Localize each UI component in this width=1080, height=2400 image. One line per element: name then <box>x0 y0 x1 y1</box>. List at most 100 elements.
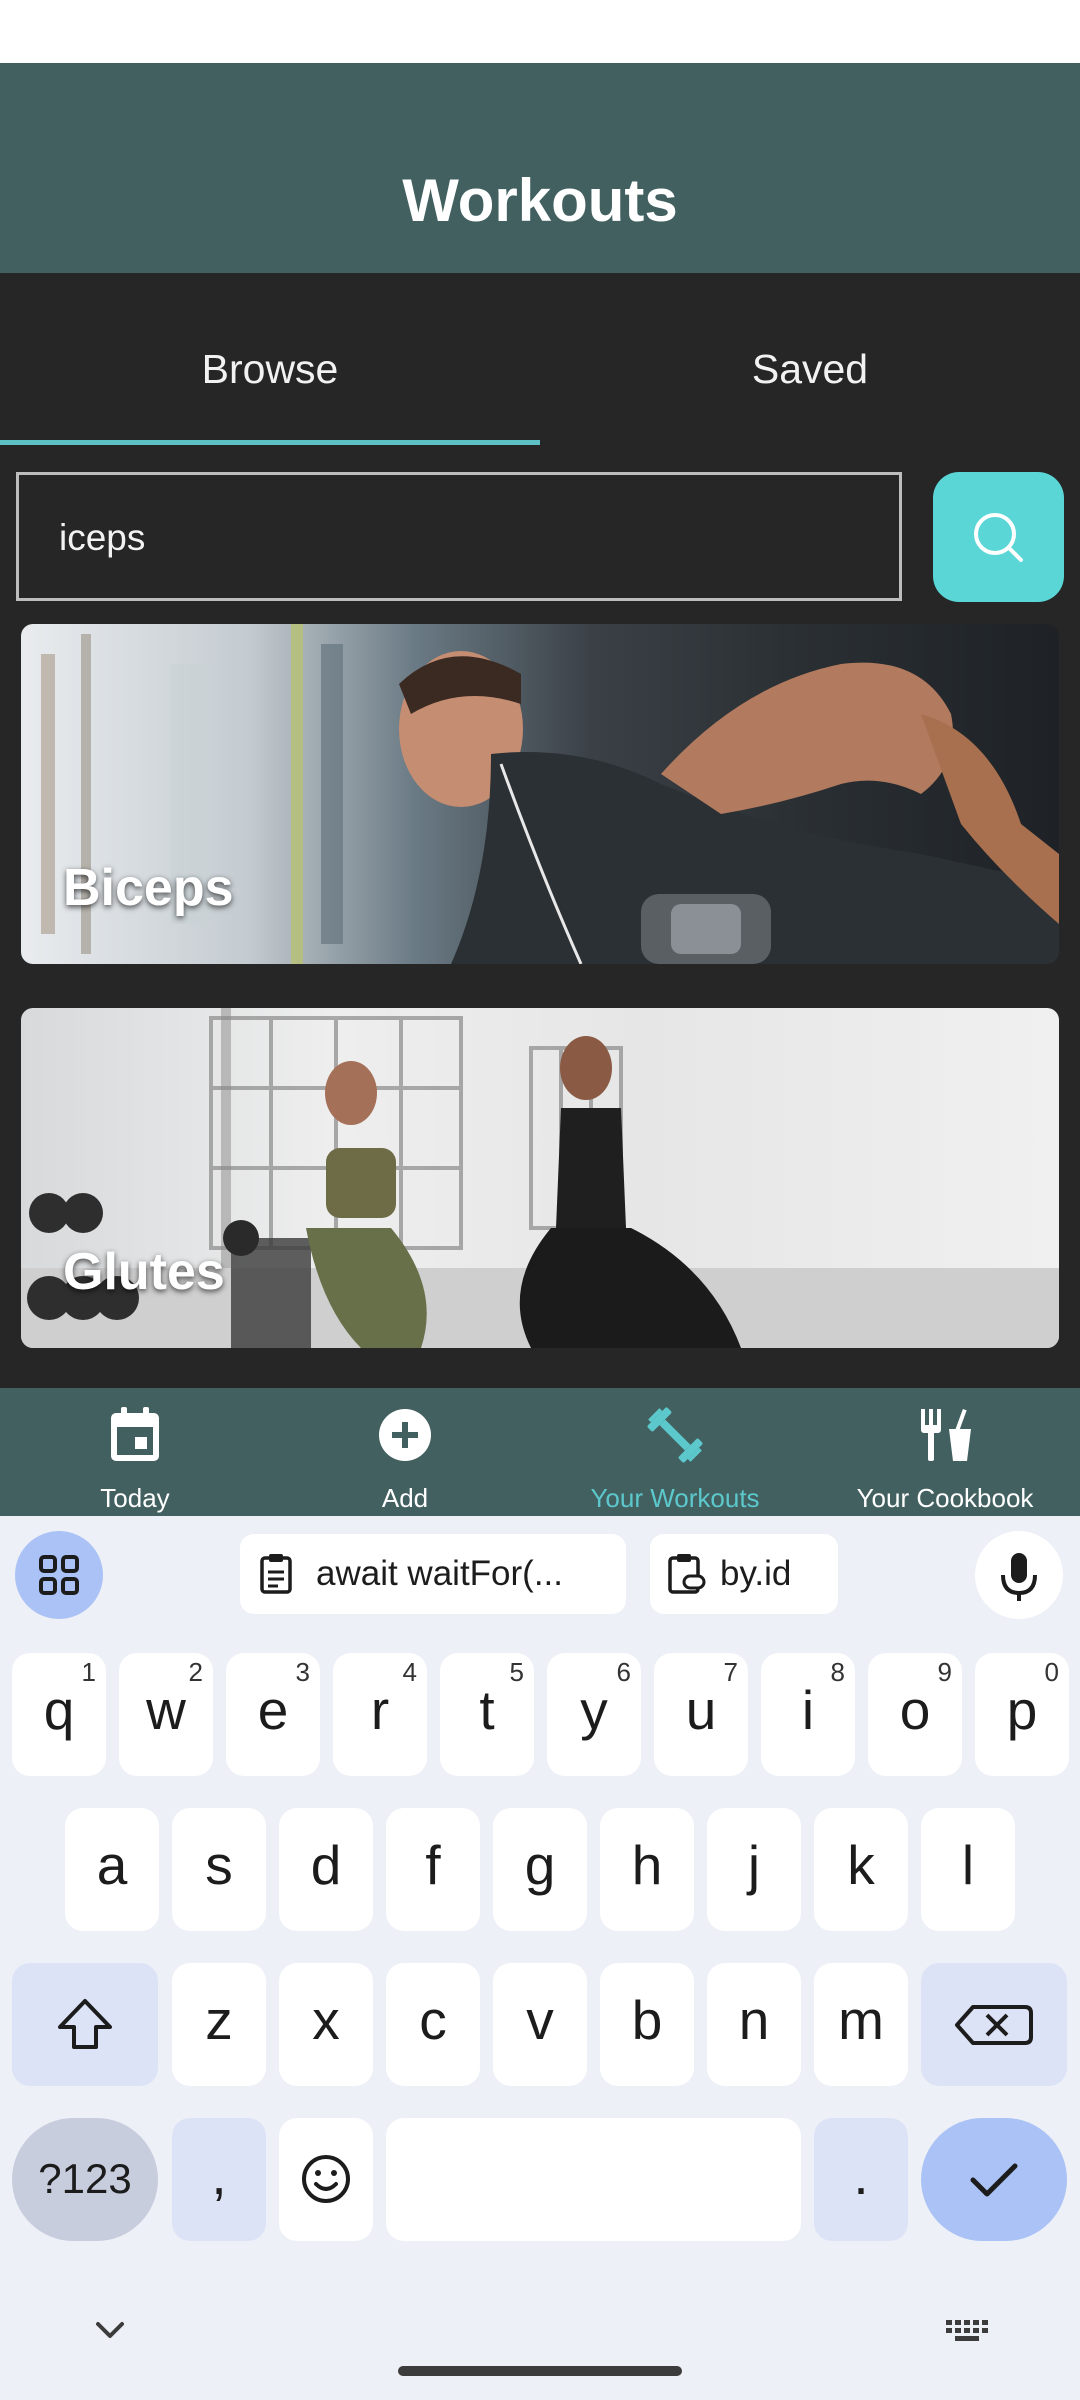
search-input[interactable]: iceps <box>16 472 902 601</box>
key-char: d <box>310 1834 342 1896</box>
backspace-key[interactable] <box>921 1963 1067 2086</box>
checkmark-icon <box>970 2163 1018 2197</box>
key-k[interactable]: k <box>814 1808 908 1931</box>
tab-browse-label: Browse <box>201 346 339 392</box>
workout-card-biceps[interactable]: Biceps <box>21 624 1059 964</box>
key-q[interactable]: q1 <box>12 1653 106 1776</box>
nav-item-add[interactable]: Add <box>270 1388 540 1516</box>
apps-grid-button[interactable] <box>15 1531 103 1619</box>
key-i[interactable]: i8 <box>761 1653 855 1776</box>
shift-key[interactable] <box>12 1963 158 2086</box>
key-number-hint: 7 <box>723 1657 738 1687</box>
symbols-key-label: ?123 <box>38 2155 132 2202</box>
hide-keyboard-chevron-icon[interactable] <box>90 2316 130 2346</box>
microphone-icon <box>1001 1553 1037 1601</box>
key-char: y <box>580 1679 608 1741</box>
key-x[interactable]: x <box>279 1963 373 2086</box>
tab-indicator <box>0 440 540 445</box>
key-char: i <box>801 1679 815 1741</box>
key-h[interactable]: h <box>600 1808 694 1931</box>
key-char: f <box>425 1834 441 1896</box>
clipboard-suggestion-1[interactable]: await waitFor(... <box>240 1534 626 1614</box>
tab-bar: Browse Saved <box>0 273 1080 446</box>
key-char: u <box>685 1679 717 1741</box>
home-indicator[interactable] <box>398 2366 682 2376</box>
key-char: s <box>205 1834 233 1896</box>
key-g[interactable]: g <box>493 1808 587 1931</box>
tab-saved-label: Saved <box>751 346 869 392</box>
workout-card-glutes[interactable]: Glutes <box>21 1008 1059 1348</box>
key-t[interactable]: t5 <box>440 1653 534 1776</box>
search-button[interactable] <box>933 472 1064 602</box>
nav-item-today-label: Today <box>100 1483 170 1513</box>
key-j[interactable]: j <box>707 1808 801 1931</box>
key-z[interactable]: z <box>172 1963 266 2086</box>
tab-browse[interactable]: Browse <box>0 273 540 446</box>
key-number-hint: 6 <box>616 1657 631 1687</box>
key-char: b <box>631 1989 663 2051</box>
key-n[interactable]: n <box>707 1963 801 2086</box>
nav-item-today[interactable]: Today <box>0 1388 270 1516</box>
nav-item-your-cookbook[interactable]: Your Cookbook <box>810 1388 1080 1516</box>
key-char: j <box>747 1834 761 1896</box>
app-header: Workouts <box>0 63 1080 273</box>
key-u[interactable]: u7 <box>654 1653 748 1776</box>
key-number-hint: 8 <box>830 1657 845 1687</box>
emoji-key[interactable] <box>279 2118 373 2241</box>
key-p[interactable]: p0 <box>975 1653 1069 1776</box>
key-e[interactable]: e3 <box>226 1653 320 1776</box>
key-y[interactable]: y6 <box>547 1653 641 1776</box>
clipboard-suggestion-2[interactable]: by.id <box>650 1534 838 1614</box>
key-f[interactable]: f <box>386 1808 480 1931</box>
clipboard-suggestion-text: await waitFor(... <box>316 1554 563 1593</box>
utensils-icon <box>921 1408 971 1461</box>
symbols-key[interactable]: ?123 <box>12 2118 158 2241</box>
bottom-nav: Today Add Your Workouts Your Cookbook <box>0 1388 1080 1516</box>
key-char: m <box>838 1989 884 2051</box>
calendar-icon <box>111 1407 159 1461</box>
key-s[interactable]: s <box>172 1808 266 1931</box>
key-char: e <box>257 1679 289 1741</box>
space-key[interactable] <box>386 2118 801 2241</box>
clipboard-icon <box>260 1554 292 1594</box>
clipboard-suggestion-text: by.id <box>720 1554 792 1593</box>
comma-key[interactable]: , <box>172 2118 266 2241</box>
key-number-hint: 2 <box>188 1657 203 1687</box>
key-char: a <box>96 1834 128 1896</box>
workout-list: iceps Biceps Glutes <box>0 446 1080 1388</box>
nav-item-your-workouts[interactable]: Your Workouts <box>540 1388 810 1516</box>
nav-item-add-label: Add <box>381 1483 429 1513</box>
key-number-hint: 5 <box>509 1657 524 1687</box>
enter-key[interactable] <box>921 2118 1067 2241</box>
voice-input-button[interactable] <box>975 1531 1063 1619</box>
key-number-hint: 9 <box>937 1657 952 1687</box>
key-char: w <box>146 1679 186 1741</box>
key-m[interactable]: m <box>814 1963 908 2086</box>
key-b[interactable]: b <box>600 1963 694 2086</box>
key-r[interactable]: r4 <box>333 1653 427 1776</box>
nav-item-your-workouts-label: Your Workouts <box>590 1483 760 1513</box>
key-o[interactable]: o9 <box>868 1653 962 1776</box>
key-d[interactable]: d <box>279 1808 373 1931</box>
key-number-hint: 0 <box>1044 1657 1059 1687</box>
period-key[interactable]: . <box>814 2118 908 2241</box>
key-l[interactable]: l <box>921 1808 1015 1931</box>
key-v[interactable]: v <box>493 1963 587 2086</box>
workout-card-title: Glutes <box>63 1243 225 1301</box>
tab-saved[interactable]: Saved <box>540 273 1080 446</box>
key-char: v <box>526 1989 554 2051</box>
key-char: l <box>961 1834 975 1896</box>
key-w[interactable]: w2 <box>119 1653 213 1776</box>
key-char: p <box>1006 1679 1038 1741</box>
key-c[interactable]: c <box>386 1963 480 2086</box>
key-number-hint: 1 <box>81 1657 96 1687</box>
shift-icon <box>58 1999 112 2049</box>
key-char: c <box>419 1989 447 2051</box>
key-char: z <box>205 1989 233 2051</box>
key-char: k <box>847 1834 875 1896</box>
key-a[interactable]: a <box>65 1808 159 1931</box>
soft-keyboard: await waitFor(... by.id q1 w2 e3 r4 t5 y… <box>0 1516 1080 2400</box>
keyboard-switch-icon[interactable] <box>944 2316 990 2346</box>
key-char: o <box>899 1679 931 1741</box>
clipboard-link-icon <box>668 1554 706 1594</box>
